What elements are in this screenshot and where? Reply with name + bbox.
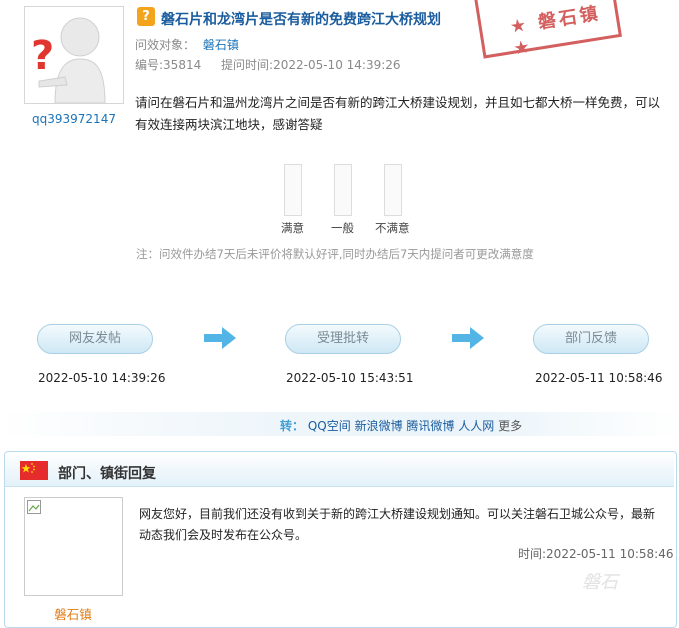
question-content: 请问在磐石片和温州龙湾片之间是否有新的跨江大桥建设规划，并且如七都大桥一样免费，…: [135, 95, 661, 132]
user-avatar: ?: [24, 6, 124, 104]
flow-step-transfer: 受理批转: [285, 324, 401, 354]
share-label: 转：: [280, 419, 305, 433]
target-link[interactable]: 磐石镇: [203, 38, 239, 52]
dept-image-broken: [24, 497, 123, 596]
rating-label-neutral: 一般: [331, 221, 354, 235]
question-person-icon: ?: [31, 17, 106, 103]
share-tencent-weibo[interactable]: 腾讯微博: [406, 419, 454, 433]
share-links: 转： QQ空间 新浪微博 腾讯微博 人人网 更多: [280, 417, 522, 434]
username-link[interactable]: qq393972147: [20, 112, 128, 126]
flow-time-transfer: 2022-05-10 15:43:51: [286, 371, 414, 385]
question-icon: ?: [137, 7, 155, 26]
question-time: 提问时间:2022-05-10 14:39:26: [221, 58, 401, 72]
svg-text:?: ?: [31, 33, 54, 79]
broken-image-icon: [27, 500, 41, 514]
reply-content: 网友您好，目前我们还没有收到关于新的跨江大桥建设规划通知。可以关注磐石卫城公众号…: [139, 507, 656, 542]
share-qzone[interactable]: QQ空间: [308, 419, 351, 433]
watermark-logo: 磐石: [582, 572, 618, 593]
question-number: 编号:35814: [135, 58, 202, 72]
question-title[interactable]: 磐石片和龙湾片是否有新的免费跨江大桥规划: [161, 9, 441, 29]
share-renren[interactable]: 人人网: [458, 419, 494, 433]
rating-bar-neutral[interactable]: [334, 164, 352, 216]
flow-step-feedback: 部门反馈: [533, 324, 649, 354]
flow-time-post: 2022-05-10 14:39:26: [38, 371, 166, 385]
rating-bar-unsatisfied[interactable]: [384, 164, 402, 216]
share-more[interactable]: 更多: [498, 419, 522, 433]
share-weibo[interactable]: 新浪微博: [355, 419, 403, 433]
target-row: 问效对象： 磐石镇: [135, 36, 239, 53]
arrow-right-icon: [452, 327, 484, 349]
arrow-right-icon: [204, 327, 236, 349]
rating-bar-satisfied[interactable]: [284, 164, 302, 216]
seal-stamp: ★ 磐石镇 ★: [474, 0, 622, 60]
reply-section-title: 部门、镇街回复: [58, 466, 156, 482]
rating-label-unsatisfied: 不满意: [375, 221, 410, 235]
dept-name[interactable]: 磐石镇: [24, 604, 122, 623]
flow-time-feedback: 2022-05-11 10:58:46: [535, 371, 663, 385]
reply-time: 时间:2022-05-11 10:58:46: [518, 547, 674, 561]
rating-label-satisfied: 满意: [281, 221, 304, 235]
rating-note: 注：问效件办结7天后未评价将默认好评,同时办结后7天内提问者可更改满意度: [136, 247, 534, 261]
target-label: 问效对象：: [135, 38, 196, 52]
flow-step-post: 网友发帖: [37, 324, 153, 354]
meta-row: 编号:35814 提问时间:2022-05-10 14:39:26: [135, 56, 401, 73]
china-flag-icon: [20, 461, 48, 480]
